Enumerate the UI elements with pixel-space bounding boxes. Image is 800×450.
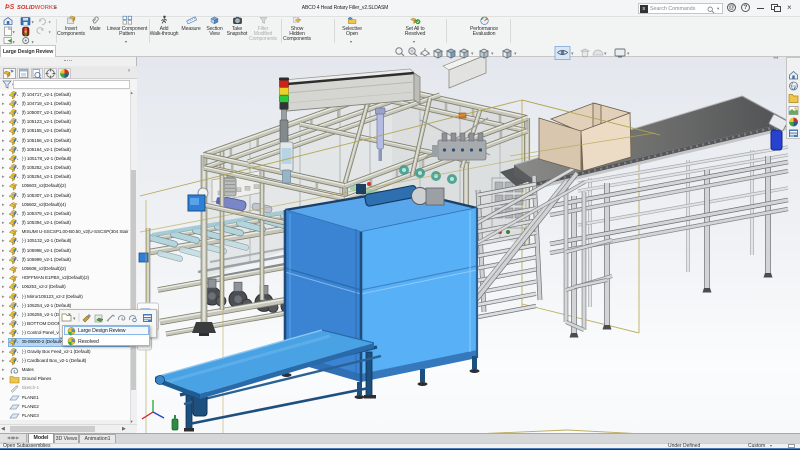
svg-text:▾: ▾ [627,51,630,57]
svg-text:▾: ▾ [13,30,16,35]
svg-text:▾: ▾ [13,40,16,45]
svg-text:▾: ▾ [471,51,474,57]
svg-text:▾: ▾ [604,51,607,57]
svg-text:▾: ▾ [32,20,35,25]
svg-text:▾: ▾ [32,40,35,45]
svg-text:▾: ▾ [491,51,494,57]
svg-text:▾: ▾ [514,51,517,57]
svg-text:▾: ▾ [571,51,574,57]
svg-text:▾: ▾ [49,20,52,25]
svg-text:▾: ▾ [73,316,76,322]
